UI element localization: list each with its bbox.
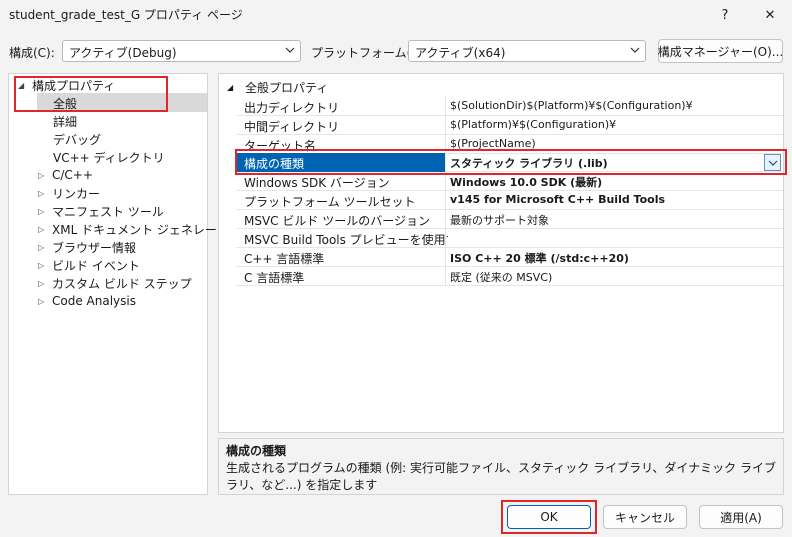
config-manager-button[interactable]: 構成マネージャー(O)... [658,39,783,63]
apply-button[interactable]: 適用(A) [699,505,783,529]
tree-item-xml-doc-generator[interactable]: ▷ XML ドキュメント ジェネレーター [38,220,241,238]
expand-arrow-icon[interactable]: ▷ [38,243,52,252]
cancel-button-label: キャンセル [614,510,675,525]
expand-arrow-icon[interactable]: ▷ [38,225,52,234]
property-row-platform-toolset[interactable]: プラットフォーム ツールセット v145 for Microsoft C++ B… [236,191,783,210]
tree-item-label: 詳細 [53,114,78,129]
apply-button-label: 適用(A) [720,510,762,525]
tree-item-label: マニフェスト ツール [52,204,164,219]
property-dropdown-button[interactable] [764,154,781,171]
property-value[interactable]: 既定 (従来の MSVC) [450,269,552,285]
ok-button[interactable]: OK [507,505,591,529]
property-name: 構成の種類 [244,157,305,171]
expand-arrow-icon[interactable]: ▷ [38,297,52,306]
section-title: 全般プロパティ [245,81,329,95]
config-manager-button-label: 構成マネージャー(O)... [657,44,784,59]
platform-select-value: アクティブ(x64) [415,46,506,60]
property-name: 中間ディレクトリ [244,120,340,134]
tree-item-linker[interactable]: ▷ リンカー [38,184,100,202]
tree-item-label: カスタム ビルド ステップ [52,276,192,291]
close-icon: ✕ [764,7,776,23]
property-value[interactable]: $(ProjectName) [450,137,536,150]
expand-arrow-icon[interactable]: ▷ [38,189,52,198]
help-button[interactable]: ? [705,0,745,30]
property-row-c-standard[interactable]: C 言語標準 既定 (従来の MSVC) [236,267,783,286]
property-value[interactable]: v145 for Microsoft C++ Build Tools [450,193,665,206]
tree-item-label: XML ドキュメント ジェネレーター [52,222,241,237]
tree-item-general[interactable]: 全般 [53,94,77,112]
property-row-target-name[interactable]: ターゲット名 $(ProjectName) [236,135,783,154]
property-value[interactable]: ISO C++ 20 標準 (/std:c++20) [450,250,629,266]
cancel-button[interactable]: キャンセル [603,505,687,529]
tree-item-label: C/C++ [52,168,93,182]
config-label: 構成(C): [9,46,55,60]
window-title: student_grade_test_G プロパティ ページ [9,8,243,22]
tree-item-label: 全般 [53,96,78,111]
property-name: プラットフォーム ツールセット [244,195,416,209]
property-row-intermediate-dir[interactable]: 中間ディレクトリ $(Platform)¥$(Configuration)¥ [236,116,783,135]
tree-item-label: 構成プロパティ [32,78,116,93]
property-name: 出力ディレクトリ [244,101,340,115]
property-value[interactable]: $(SolutionDir)$(Platform)¥$(Configuratio… [450,99,693,112]
tree-item-config-properties[interactable]: ◢ 構成プロパティ [18,76,115,94]
tree-item-vc-directories[interactable]: VC++ ディレクトリ [53,148,165,166]
property-value[interactable]: $(Platform)¥$(Configuration)¥ [450,118,616,131]
tree-item-c-cpp[interactable]: ▷ C/C++ [38,166,93,184]
expand-collapse-icon[interactable]: ◢ [18,81,32,90]
description-title: 構成の種類 [226,444,287,458]
tree-item-debugging[interactable]: デバッグ [53,130,101,148]
close-button[interactable]: ✕ [750,0,790,30]
property-name: MSVC ビルド ツールのバージョン [244,214,430,228]
expand-arrow-icon[interactable]: ▷ [38,171,52,180]
tree-item-label: VC++ ディレクトリ [53,150,165,165]
tree-item-code-analysis[interactable]: ▷ Code Analysis [38,292,136,310]
help-icon: ? [721,7,729,23]
property-row-configuration-type[interactable]: 構成の種類 スタティック ライブラリ (.lib) [236,153,783,172]
config-select[interactable]: アクティブ(Debug) [62,40,301,62]
expand-arrow-icon[interactable]: ▷ [38,261,52,270]
tree-item-label: Code Analysis [52,294,136,308]
title-bar: student_grade_test_G プロパティ ページ ? ✕ [0,0,792,30]
collapse-icon[interactable]: ◢ [227,83,245,92]
property-row-cpp-standard[interactable]: C++ 言語標準 ISO C++ 20 標準 (/std:c++20) [236,248,783,267]
tree-item-build-events[interactable]: ▷ ビルド イベント [38,256,140,274]
property-value[interactable]: スタティック ライブラリ (.lib) [450,155,608,171]
tree-item-label: デバッグ [53,132,102,147]
tree-item-browse-info[interactable]: ▷ ブラウザー情報 [38,238,136,256]
property-row-msvc-version[interactable]: MSVC ビルド ツールのバージョン 最新のサポート対象 [236,210,783,229]
chevron-down-icon [768,160,777,166]
property-name: MSVC Build Tools プレビューを使用する [244,233,448,247]
platform-select[interactable]: アクティブ(x64) [408,40,646,62]
property-name: Windows SDK バージョン [244,176,390,190]
property-name: C++ 言語標準 [244,252,325,266]
property-value[interactable]: Windows 10.0 SDK (最新) [450,174,602,190]
config-select-value: アクティブ(Debug) [69,46,177,60]
tree-item-label: ビルド イベント [52,258,140,273]
property-name: ターゲット名 [244,139,317,153]
chevron-down-icon [285,47,295,53]
ok-button-label: OK [540,510,558,524]
tree-item-advanced[interactable]: 詳細 [53,112,77,130]
tree-item-label: ブラウザー情報 [52,240,137,255]
chevron-down-icon [630,47,640,53]
property-row-msvc-preview[interactable]: MSVC Build Tools プレビューを使用する [236,229,783,248]
section-header-general[interactable]: ◢ 全般プロパティ [227,79,328,96]
expand-arrow-icon[interactable]: ▷ [38,279,52,288]
tree-item-label: リンカー [52,186,101,201]
tree-item-manifest-tool[interactable]: ▷ マニフェスト ツール [38,202,164,220]
description-text: 生成されるプログラムの種類 (例: 実行可能ファイル、スタティック ライブラリ、… [226,461,776,492]
property-value[interactable]: 最新のサポート対象 [450,212,549,228]
property-row-output-dir[interactable]: 出力ディレクトリ $(SolutionDir)$(Platform)¥$(Con… [236,97,783,116]
property-row-windows-sdk[interactable]: Windows SDK バージョン Windows 10.0 SDK (最新) [236,172,783,191]
tree-item-custom-build-step[interactable]: ▷ カスタム ビルド ステップ [38,274,192,292]
expand-arrow-icon[interactable]: ▷ [38,207,52,216]
property-name: C 言語標準 [244,271,305,285]
